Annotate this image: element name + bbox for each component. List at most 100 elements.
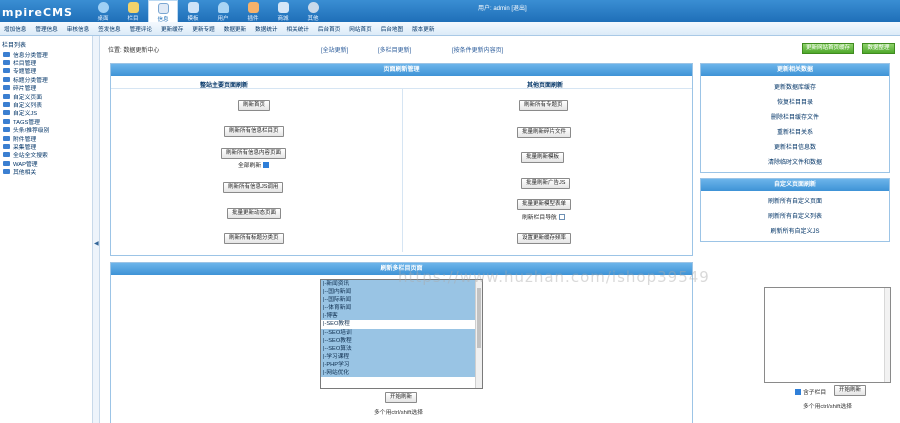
subnav-manage-info[interactable]: 管理信息 — [35, 25, 57, 33]
refresh-title-category-button[interactable]: 刷新所有标题分类页 — [224, 233, 284, 244]
set-cache-frequency-button[interactable]: 设置更新缓存频率 — [517, 233, 572, 244]
nav-desktop[interactable]: 桌面 — [88, 0, 118, 22]
update-db-cache-link[interactable]: 更新数据库缓存 — [701, 82, 889, 91]
column-divider — [402, 88, 403, 252]
side-start-refresh-button[interactable]: 开始刷新 — [834, 385, 867, 396]
update-home-cache-button[interactable]: 更新网站首页缓存 — [802, 43, 854, 54]
scrollbar-thumb[interactable] — [477, 288, 481, 348]
list-option[interactable]: |--SEO教程 — [321, 336, 482, 345]
tree-root[interactable]: 栏目列表 — [2, 40, 26, 49]
folder-icon — [3, 76, 10, 82]
refresh-all-topics-button[interactable]: 刷新所有专题页 — [519, 100, 568, 111]
refresh-all-content-pages-button[interactable]: 刷新所有信息内容页面 — [221, 148, 287, 159]
subnav-data-stats[interactable]: 数据统计 — [255, 25, 277, 33]
refresh-all-column-pages-button[interactable]: 刷新所有信息栏目页 — [224, 126, 284, 137]
refresh-home-button[interactable]: 刷新首页 — [238, 100, 271, 111]
column-id-textarea[interactable] — [764, 287, 891, 383]
include-children-checkbox-label[interactable]: 含子栏目 — [795, 387, 826, 396]
gear-icon — [307, 2, 319, 13]
subnav-version-update[interactable]: 版本更新 — [412, 25, 434, 33]
nav-shop[interactable]: 商城 — [268, 0, 298, 22]
update-column-info-count-link[interactable]: 更新栏目信息数 — [701, 142, 889, 151]
folder-icon — [3, 102, 10, 108]
nav-user[interactable]: 用户 — [208, 0, 238, 22]
all-refresh-checkbox[interactable] — [263, 161, 270, 168]
list-option[interactable]: |--体育新闻 — [321, 304, 482, 313]
include-children-label: 含子栏目 — [803, 390, 827, 396]
folder-icon — [3, 51, 10, 57]
nav-info[interactable]: 信息 — [148, 0, 178, 23]
refresh-column-checkbox-label[interactable]: 刷新栏目导航 — [522, 212, 565, 221]
nav-plugin[interactable]: 插件 — [238, 0, 268, 22]
top-header: mpireCMS 桌面 栏目 信息 模板 用户 插件 商城 其他 用户: adm… — [0, 0, 900, 23]
batch-refresh-ad-js-button[interactable]: 批量刷新广告JS — [521, 178, 571, 189]
list-option[interactable]: |-学习课程 — [321, 352, 482, 361]
folder-icon — [3, 118, 10, 124]
subnav-data-update[interactable]: 数据更新 — [224, 25, 246, 33]
link-update-by-condition[interactable]: [按条件更新内容页] — [452, 45, 503, 54]
main-nav: 桌面 栏目 信息 模板 用户 插件 商城 其他 — [88, 0, 328, 23]
refresh-all-js-button[interactable]: 刷新所有信息JS调用 — [223, 182, 284, 193]
batch-refresh-fragments-button[interactable]: 批量刷新碎片文件 — [517, 127, 572, 138]
custom-panel: 自定义页面刷新 刷新所有自定义页面 刷新所有自定义列表 刷新所有自定义JS — [700, 178, 890, 242]
list-option[interactable]: |-PHP学习 — [321, 360, 482, 370]
data-tidy-button[interactable]: 数据整理 — [862, 43, 895, 54]
list-option[interactable]: |-网站优化 — [321, 369, 482, 378]
sidebar-collapse-handle[interactable]: ◀ — [93, 36, 100, 423]
rebuild-column-relation-link[interactable]: 重新栏目关系 — [701, 127, 889, 136]
batch-update-model-form-button[interactable]: 批量更新模型表单 — [517, 199, 572, 210]
list-option[interactable]: |--国际新闻 — [321, 296, 482, 305]
subnav-sign-info[interactable]: 签发信息 — [98, 25, 120, 33]
subnav-site-home[interactable]: 网站首页 — [349, 25, 371, 33]
include-children-checkbox[interactable] — [795, 388, 801, 395]
refresh-column-checkbox[interactable] — [558, 213, 565, 220]
column-select-list[interactable]: |-新闻资讯 |--国内新闻 |--国际新闻 |--体育新闻 |-博客 |-SE… — [320, 279, 483, 389]
nav-template[interactable]: 模板 — [178, 0, 208, 22]
list-option[interactable]: |-博客 — [321, 312, 482, 321]
refresh-column-label: 刷新栏目导航 — [522, 215, 557, 221]
list-option[interactable]: |--SEO算法 — [321, 344, 482, 353]
sidebar-item[interactable]: 其他相关 — [3, 167, 49, 176]
batch-refresh-templates-button[interactable]: 批量刷新模板 — [521, 152, 565, 163]
all-refresh-checkbox-label[interactable]: 全部刷新 — [238, 160, 270, 169]
nav-column[interactable]: 栏目 — [118, 0, 148, 22]
folder-icon — [3, 127, 10, 133]
list-scrollbar[interactable] — [475, 280, 482, 388]
restore-column-dir-link[interactable]: 恢复栏目目录 — [701, 97, 889, 106]
nav-other[interactable]: 其他 — [298, 0, 328, 22]
watermark-text: https://www.huzhan.com/ishop39549 — [398, 268, 710, 286]
collapse-arrow-icon: ◀ — [94, 241, 99, 247]
subnav-admin-home[interactable]: 后台首页 — [318, 25, 340, 33]
list-option[interactable]: |-SEO教程 — [321, 320, 482, 328]
folder-icon — [3, 68, 10, 74]
user-icon — [217, 2, 229, 13]
subnav-admin-map[interactable]: 后台地图 — [381, 25, 403, 33]
folder-icon — [3, 143, 10, 149]
refresh-custom-pages-link[interactable]: 刷新所有自定义页面 — [701, 196, 889, 205]
edit-icon — [127, 2, 139, 13]
refresh-custom-js-link[interactable]: 刷新所有自定义JS — [701, 226, 889, 235]
app-logo: mpireCMS — [2, 6, 73, 19]
link-update-all[interactable]: [全站更新] — [321, 45, 348, 54]
subnav-audit-info[interactable]: 审核信息 — [67, 25, 89, 33]
subnav-update-topics[interactable]: 更新专题 — [192, 25, 214, 33]
subnav-manage-comments[interactable]: 管理评论 — [130, 25, 152, 33]
refresh-custom-lists-link[interactable]: 刷新所有自定义列表 — [701, 211, 889, 220]
link-update-multi-column[interactable]: [多栏目更新] — [378, 45, 411, 54]
textarea-scrollbar[interactable] — [884, 288, 890, 382]
subnav-add-info[interactable]: 增加信息 — [4, 25, 26, 33]
delete-column-cache-link[interactable]: 删除栏目缓存文件 — [701, 112, 889, 121]
batch-update-dynamic-button[interactable]: 批量更新动态页面 — [227, 208, 282, 219]
desktop-icon — [97, 2, 109, 13]
list-option[interactable]: |--SEO培训 — [321, 328, 482, 337]
refresh-panel: 页面刷新管理 — [110, 63, 693, 256]
subnav-update-cache[interactable]: 更新缓存 — [161, 25, 183, 33]
sub-nav: 增加信息 管理信息 审核信息 签发信息 管理评论 更新缓存 更新专题 数据更新 … — [0, 22, 900, 36]
clear-temp-data-link[interactable]: 清除临时文件和数据 — [701, 157, 889, 166]
custom-panel-title: 自定义页面刷新 — [701, 179, 889, 191]
subnav-related-stats[interactable]: 相关统计 — [287, 25, 309, 33]
start-refresh-button[interactable]: 开始刷新 — [385, 392, 418, 403]
list-option[interactable]: |--国内新闻 — [321, 288, 482, 297]
right-column-head: 其他页面刷新 — [527, 83, 564, 89]
user-info[interactable]: 用户: admin [退出] — [478, 3, 527, 12]
